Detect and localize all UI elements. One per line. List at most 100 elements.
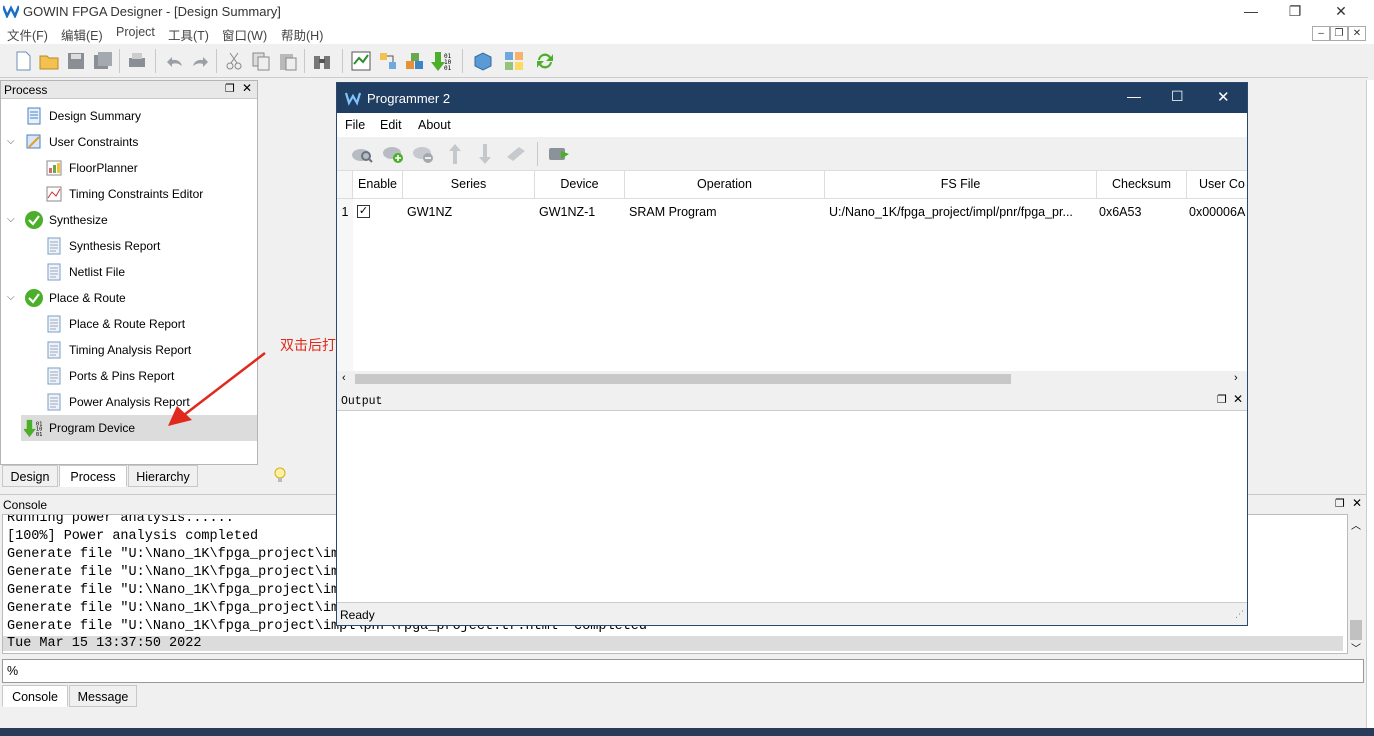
- menu-window[interactable]: 窗口(W): [222, 25, 267, 44]
- tab-message[interactable]: Message: [69, 685, 137, 707]
- chevron-down-icon[interactable]: ⌵: [7, 129, 15, 155]
- cell-checksum: 0x6A53: [1099, 205, 1142, 219]
- close-button[interactable]: ✕: [1326, 1, 1356, 21]
- mdi-restore-button[interactable]: ❐: [1330, 26, 1348, 41]
- print-icon[interactable]: [126, 50, 148, 72]
- summary-doc-icon: [27, 107, 41, 125]
- tab-hierarchy[interactable]: Hierarchy: [128, 465, 198, 487]
- floorplanner-icon[interactable]: [350, 50, 372, 72]
- cut-icon[interactable]: [223, 50, 245, 72]
- report-icon: [47, 341, 61, 359]
- main-toolbar: 01 10 01: [0, 44, 1368, 78]
- close-button[interactable]: ✕: [1217, 88, 1230, 106]
- move-up-icon[interactable]: [445, 142, 465, 166]
- cell-operation[interactable]: SRAM Program: [629, 199, 825, 225]
- remove-device-icon[interactable]: [411, 143, 435, 165]
- restore-button[interactable]: ❐: [1280, 1, 1310, 21]
- save-all-icon[interactable]: [92, 50, 114, 72]
- tab-console[interactable]: Console: [2, 685, 68, 707]
- menu-help[interactable]: 帮助(H): [281, 25, 323, 44]
- programmer-logo-icon: [345, 92, 361, 106]
- menu-tools[interactable]: 工具(T): [168, 25, 209, 44]
- float-icon[interactable]: ❐: [225, 82, 235, 95]
- tab-design[interactable]: Design: [2, 465, 58, 487]
- refresh-icon[interactable]: [534, 50, 556, 72]
- minimize-button[interactable]: —: [1127, 88, 1141, 104]
- cube-icon[interactable]: [472, 50, 494, 72]
- console-scrollbar[interactable]: ︿ ﹀: [1348, 514, 1364, 656]
- column-header-device[interactable]: Device: [535, 171, 625, 199]
- program-run-icon[interactable]: [547, 143, 573, 165]
- menu-edit[interactable]: Edit: [380, 118, 402, 132]
- column-header-operation[interactable]: Operation: [625, 171, 825, 199]
- table-h-scrollbar[interactable]: ‹ ›: [337, 371, 1247, 387]
- timing-icon[interactable]: [377, 50, 399, 72]
- scroll-right-icon[interactable]: ›: [1234, 372, 1238, 384]
- tree-item-timing-constraints-editor[interactable]: Timing Constraints Editor: [41, 181, 277, 207]
- add-device-icon[interactable]: [381, 143, 405, 165]
- scroll-thumb[interactable]: [355, 374, 1011, 384]
- tree-item-synthesis-report[interactable]: Synthesis Report: [41, 233, 277, 259]
- command-input[interactable]: %: [2, 659, 1364, 683]
- open-folder-icon[interactable]: [38, 50, 60, 72]
- find-icon[interactable]: [311, 50, 333, 72]
- tree-item-floorplanner[interactable]: FloorPlanner: [41, 155, 277, 181]
- float-icon[interactable]: ❐: [1217, 393, 1227, 406]
- program-device-icon[interactable]: 011001: [431, 50, 453, 72]
- tree-item-design-summary[interactable]: Design Summary: [21, 103, 257, 129]
- menu-project[interactable]: Project: [116, 25, 155, 39]
- close-icon[interactable]: ✕: [242, 81, 252, 95]
- cell-fs-file[interactable]: U:/Nano_1K/fpga_project/impl/pnr/fpga_pr…: [829, 199, 1095, 225]
- output-panel[interactable]: [337, 411, 1247, 603]
- menu-file[interactable]: File: [345, 118, 365, 132]
- programmer-window: Programmer 2 — ☐ ✕ File Edit About Enabl…: [336, 82, 1248, 626]
- tree-item-netlist-file[interactable]: Netlist File: [41, 259, 277, 285]
- chevron-down-icon[interactable]: ⌵: [7, 207, 15, 233]
- redo-icon[interactable]: [190, 50, 212, 72]
- column-header-series[interactable]: Series: [403, 171, 535, 199]
- maximize-button[interactable]: ☐: [1171, 88, 1184, 105]
- scroll-left-icon[interactable]: ‹: [342, 372, 346, 384]
- tree-item-place-and-route[interactable]: Place & Route: [21, 285, 257, 311]
- minimize-button[interactable]: —: [1236, 1, 1266, 21]
- menu-about[interactable]: About: [418, 118, 451, 132]
- menu-edit[interactable]: 编辑(E): [61, 25, 103, 44]
- scan-device-icon[interactable]: [350, 143, 374, 165]
- mdi-close-button[interactable]: ✕: [1348, 26, 1366, 41]
- tab-process[interactable]: Process: [59, 465, 127, 487]
- table-row[interactable]: 1 ✓ GW1NZ GW1NZ-1 SRAM Program U:/Nano_1…: [337, 199, 1247, 225]
- tree-item-label: Timing Constraints Editor: [69, 187, 204, 201]
- undo-icon[interactable]: [163, 50, 185, 72]
- console-line: Running power analysis......: [7, 514, 234, 526]
- tree-item-user-constraints[interactable]: User Constraints: [21, 129, 257, 155]
- resize-grip-icon[interactable]: ⋰: [1235, 609, 1244, 620]
- close-icon[interactable]: ✕: [1352, 496, 1362, 510]
- column-header-enable[interactable]: Enable: [353, 171, 403, 199]
- synthesize-icon[interactable]: [404, 50, 426, 72]
- float-icon[interactable]: ❐: [1335, 497, 1345, 510]
- mdi-minimize-button[interactable]: –: [1312, 26, 1330, 41]
- save-icon[interactable]: [65, 50, 87, 72]
- partition-icon[interactable]: [503, 50, 525, 72]
- move-down-icon[interactable]: [475, 142, 495, 166]
- tree-item-label: Netlist File: [69, 265, 126, 279]
- close-icon[interactable]: ✕: [1233, 392, 1243, 406]
- tree-item-label: Place & Route Report: [69, 317, 186, 331]
- chevron-down-icon[interactable]: ⌵: [7, 285, 15, 311]
- paste-icon[interactable]: [277, 50, 299, 72]
- scroll-thumb[interactable]: [1350, 620, 1362, 640]
- report-icon: [47, 263, 61, 281]
- lightbulb-icon[interactable]: [272, 466, 288, 484]
- menu-file[interactable]: 文件(F): [7, 25, 48, 44]
- configure-icon[interactable]: [505, 143, 529, 165]
- column-header-checksum[interactable]: Checksum: [1097, 171, 1187, 199]
- enable-checkbox[interactable]: ✓: [357, 205, 370, 218]
- column-header-user-code[interactable]: User Co: [1187, 171, 1247, 199]
- tree-item-place-route-report[interactable]: Place & Route Report: [41, 311, 277, 337]
- copy-icon[interactable]: [250, 50, 272, 72]
- tree-item-synthesize[interactable]: Synthesize: [21, 207, 257, 233]
- new-file-icon[interactable]: [12, 50, 34, 72]
- scroll-down-icon[interactable]: ﹀: [1351, 640, 1361, 655]
- column-header-fs-file[interactable]: FS File: [825, 171, 1097, 199]
- scroll-up-icon[interactable]: ︿: [1351, 517, 1361, 532]
